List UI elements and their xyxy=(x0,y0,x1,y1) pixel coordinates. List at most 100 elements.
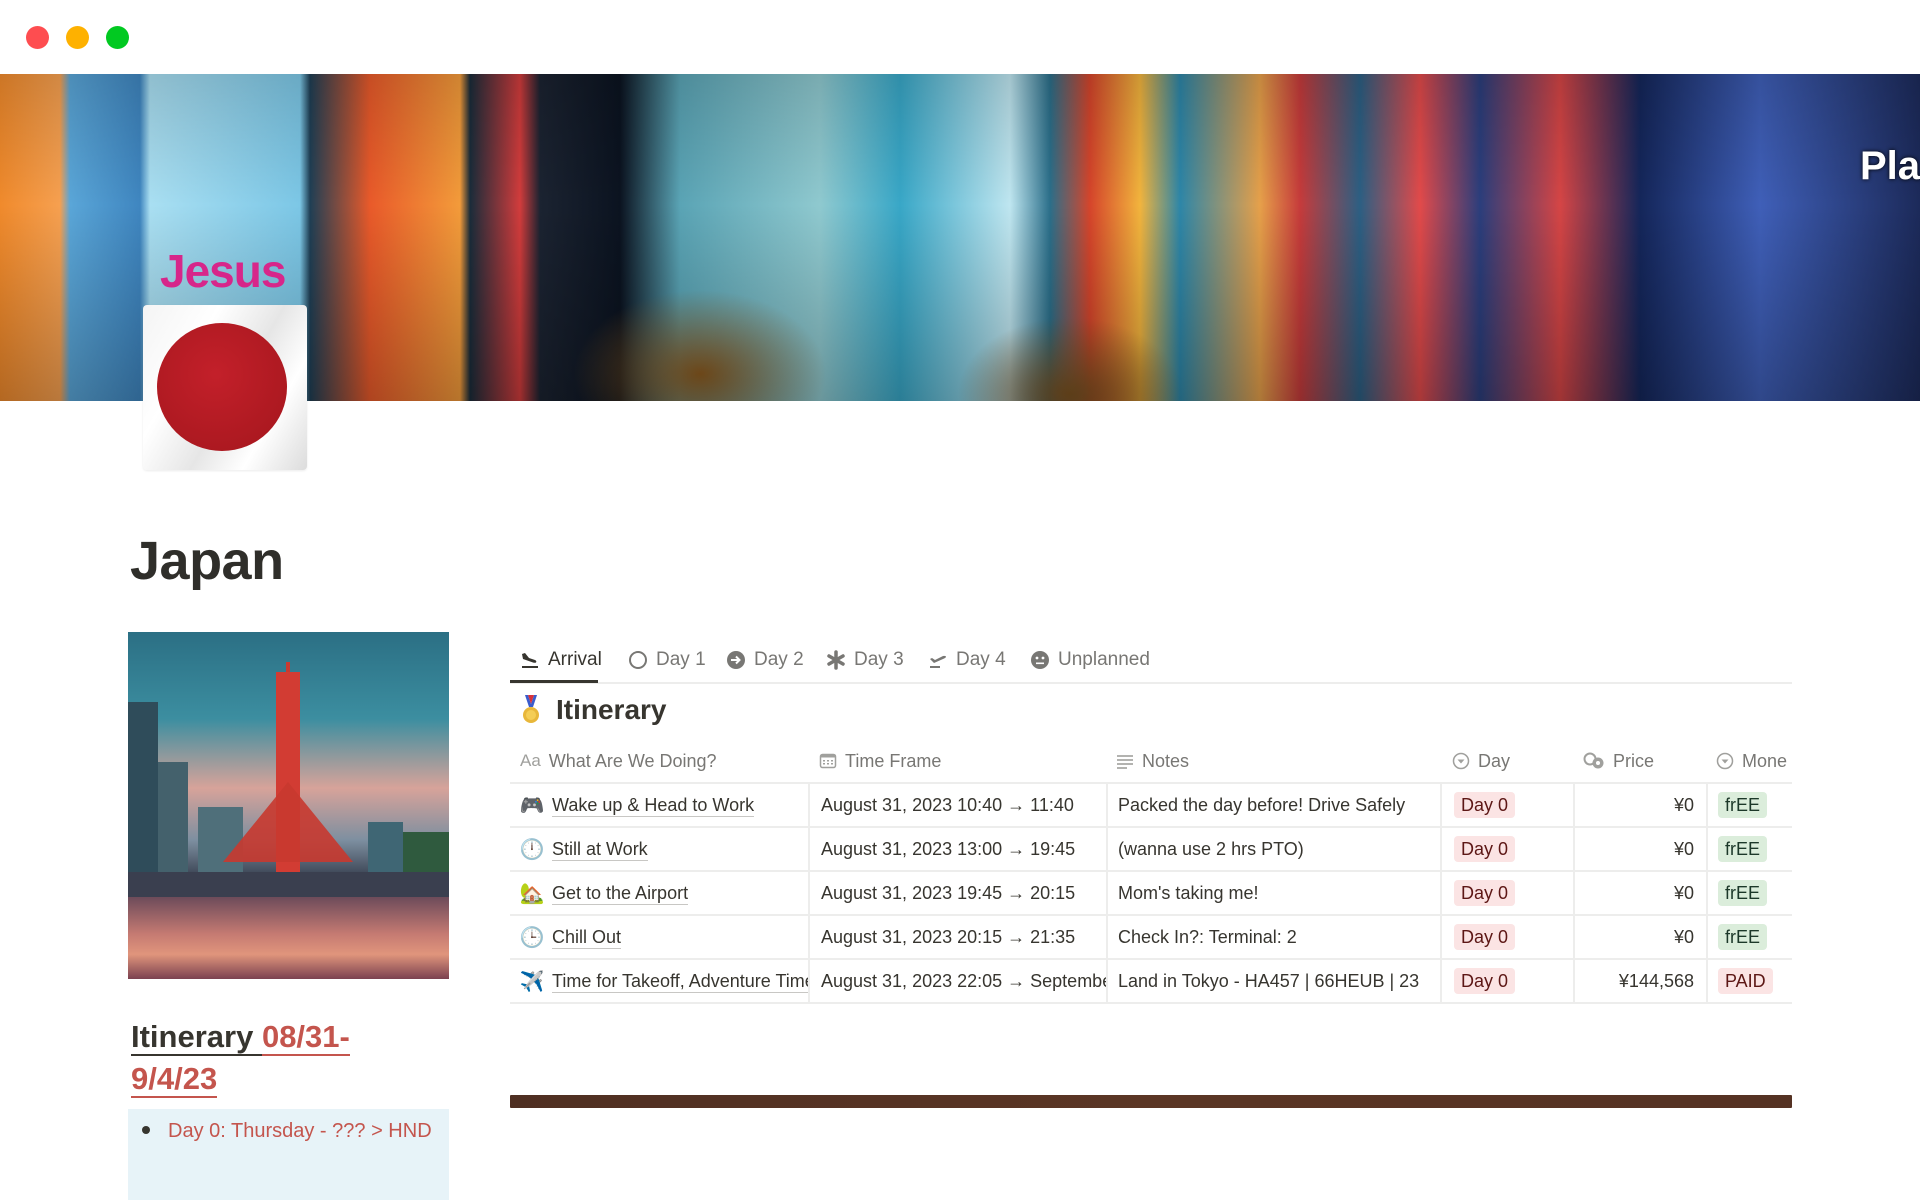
activity-cell[interactable]: 🎮 Wake up & Head to Work xyxy=(510,784,808,826)
price-cell[interactable]: ¥0 xyxy=(1573,916,1706,958)
close-window-button[interactable] xyxy=(26,26,49,49)
tab-label: Day 3 xyxy=(854,649,904,670)
price-cell[interactable]: ¥144,568 xyxy=(1573,960,1706,1002)
clock-twelve-icon: 🕛 xyxy=(519,838,545,861)
table-row[interactable]: 🕛 Still at Work August 31, 2023 13:00 → … xyxy=(510,828,1792,872)
table-row[interactable]: ✈️ Time for Takeoff, Adventure Time Augu… xyxy=(510,960,1792,1004)
toc-item-day-0[interactable]: Day 0: Thursday - ??? > HND xyxy=(168,1115,438,1147)
notes-cell[interactable]: Land in Tokyo - HA457 | 66HEUB | 23 xyxy=(1106,960,1440,1002)
day-cell[interactable]: Day 0 xyxy=(1440,872,1573,914)
money-cell[interactable]: PAID xyxy=(1706,960,1792,1002)
column-label: Day xyxy=(1478,750,1511,771)
text-lines-icon xyxy=(1116,752,1134,770)
tab-arrival[interactable]: Arrival xyxy=(520,640,602,680)
house-icon: 🏡 xyxy=(519,882,545,905)
window-titlebar xyxy=(0,0,1920,74)
gamepad-icon: 🎮 xyxy=(519,794,545,817)
column-header-time-frame[interactable]: Time Frame xyxy=(808,740,1117,782)
street-reflection xyxy=(128,897,449,979)
bullet-icon xyxy=(142,1126,150,1134)
money-status-tag: frEE xyxy=(1718,836,1768,862)
minimize-window-button[interactable] xyxy=(66,26,89,49)
column-header-notes[interactable]: Notes xyxy=(1106,740,1450,782)
notes-cell[interactable]: Check In?: Terminal: 2 xyxy=(1106,916,1440,958)
flag-sun-icon xyxy=(157,323,287,451)
money-status-tag: frEE xyxy=(1718,924,1768,950)
time-frame-cell[interactable]: August 31, 2023 20:15 → 21:35 xyxy=(808,916,1106,958)
cover-sign-right: Pla xyxy=(1859,144,1920,188)
price-cell[interactable]: ¥0 xyxy=(1573,784,1706,826)
price-cell[interactable]: ¥0 xyxy=(1573,828,1706,870)
activity-name[interactable]: Still at Work xyxy=(552,838,648,861)
time-frame-cell[interactable]: August 31, 2023 19:45 → 20:15 xyxy=(808,872,1106,914)
tab-label: Day 2 xyxy=(754,649,804,670)
database-title-text: Itinerary xyxy=(556,694,667,725)
neutral-face-icon xyxy=(1030,650,1050,670)
time-frame-cell[interactable]: August 31, 2023 10:40 → 11:40 xyxy=(808,784,1106,826)
column-header-day[interactable]: Day xyxy=(1440,740,1585,782)
price-cell[interactable]: ¥0 xyxy=(1573,872,1706,914)
activity-name[interactable]: Time for Takeoff, Adventure Time xyxy=(552,970,808,993)
day-cell[interactable]: Day 0 xyxy=(1440,784,1573,826)
day-cell[interactable]: Day 0 xyxy=(1440,960,1573,1002)
itinerary-view-tabs: Arrival Day 1 Day 2 Day 3 Day 4 Unplanne… xyxy=(510,640,1792,684)
itinerary-heading[interactable]: Itinerary 08/31-9/4/23 xyxy=(131,1016,431,1100)
activity-name[interactable]: Get to the Airport xyxy=(552,882,689,905)
arrow-circle-icon xyxy=(726,650,746,670)
activity-cell[interactable]: 🕛 Still at Work xyxy=(510,828,808,870)
calendar-icon xyxy=(819,752,837,770)
database-title[interactable]: Itinerary xyxy=(520,694,667,726)
page-icon-japan-flag[interactable] xyxy=(143,305,307,470)
table-row[interactable]: 🕒 Chill Out August 31, 2023 20:15 → 21:3… xyxy=(510,916,1792,960)
notes-cell[interactable]: Packed the day before! Drive Safely xyxy=(1106,784,1440,826)
column-header-money[interactable]: Mone xyxy=(1706,740,1802,782)
tab-label: Day 1 xyxy=(656,649,706,670)
table-row[interactable]: 🏡 Get to the Airport August 31, 2023 19:… xyxy=(510,872,1792,916)
day-tag: Day 0 xyxy=(1454,792,1516,818)
table-row[interactable]: 🎮 Wake up & Head to Work August 31, 2023… xyxy=(510,784,1792,828)
activity-name[interactable]: Wake up & Head to Work xyxy=(552,794,755,817)
currency-icon xyxy=(1583,752,1605,770)
time-frame-cell[interactable]: August 31, 2023 22:05 → September xyxy=(808,960,1106,1002)
notes-cell[interactable]: Mom's taking me! xyxy=(1106,872,1440,914)
money-cell[interactable]: frEE xyxy=(1706,828,1792,870)
activity-name[interactable]: Chill Out xyxy=(552,926,622,949)
money-cell[interactable]: frEE xyxy=(1706,784,1792,826)
money-status-tag: frEE xyxy=(1718,792,1768,818)
day-cell[interactable]: Day 0 xyxy=(1440,828,1573,870)
tab-label: Arrival xyxy=(548,649,602,670)
tab-day-2[interactable]: Day 2 xyxy=(726,640,804,680)
clock-three-icon: 🕒 xyxy=(519,926,545,949)
day-cell[interactable]: Day 0 xyxy=(1440,916,1573,958)
column-header-price[interactable]: Price xyxy=(1573,740,1716,782)
activity-cell[interactable]: 🏡 Get to the Airport xyxy=(510,872,808,914)
tower-base xyxy=(223,782,353,862)
notes-cell[interactable]: (wanna use 2 hrs PTO) xyxy=(1106,828,1440,870)
activity-cell[interactable]: 🕒 Chill Out xyxy=(510,916,808,958)
column-label: What Are We Doing? xyxy=(548,750,717,771)
time-frame-cell[interactable]: August 31, 2023 13:00 → 19:45 xyxy=(808,828,1106,870)
page-title[interactable]: Japan xyxy=(130,530,284,592)
day-outline-callout: Day 0: Thursday - ??? > HND xyxy=(128,1109,449,1200)
money-cell[interactable]: frEE xyxy=(1706,872,1792,914)
tokyo-tower-photo xyxy=(128,632,449,979)
cover-sign-left: Jesus xyxy=(160,245,286,297)
tab-unplanned[interactable]: Unplanned xyxy=(1030,640,1150,680)
tab-day-4[interactable]: Day 4 xyxy=(928,640,1006,680)
activity-cell[interactable]: ✈️ Time for Takeoff, Adventure Time xyxy=(510,960,808,1002)
column-label: Mone xyxy=(1742,750,1788,771)
select-icon xyxy=(1716,752,1734,770)
maximize-window-button[interactable] xyxy=(106,26,129,49)
column-label: Time Frame xyxy=(845,750,942,771)
circle-icon xyxy=(628,650,648,670)
plane-departure-icon xyxy=(928,650,948,670)
day-tag: Day 0 xyxy=(1454,880,1516,906)
money-cell[interactable]: frEE xyxy=(1706,916,1792,958)
itinerary-table: Aa What Are We Doing? Time Frame Notes D… xyxy=(510,740,1792,1004)
table-header: Aa What Are We Doing? Time Frame Notes D… xyxy=(510,740,1792,784)
select-icon xyxy=(1452,752,1470,770)
tab-day-3[interactable]: Day 3 xyxy=(826,640,904,680)
day-tag: Day 0 xyxy=(1454,836,1516,862)
tab-day-1[interactable]: Day 1 xyxy=(628,640,706,680)
column-header-activity[interactable]: Aa What Are We Doing? xyxy=(510,740,818,782)
